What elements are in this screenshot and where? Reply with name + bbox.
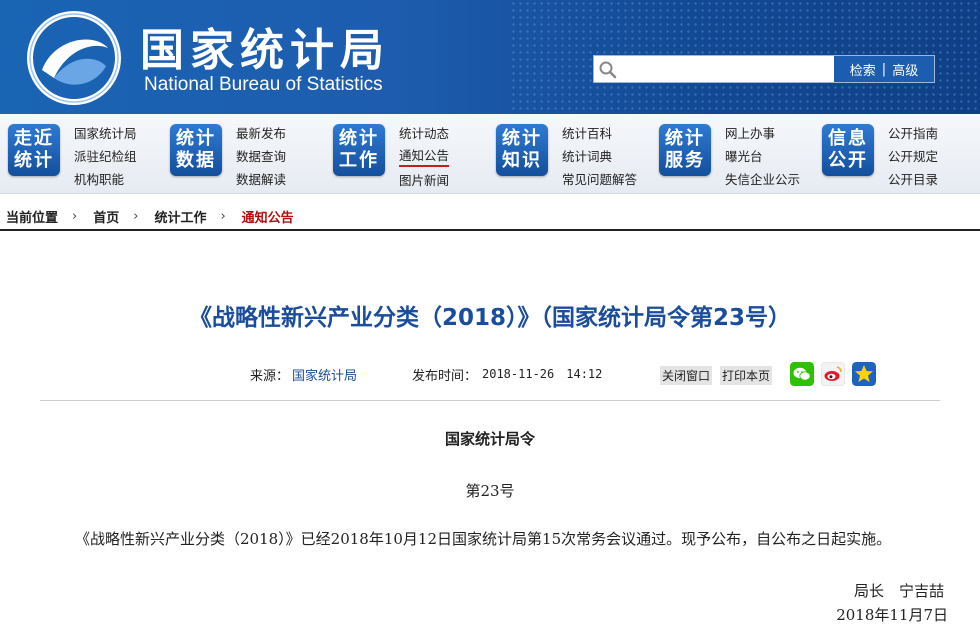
breadcrumb-statistics-work[interactable]: 统计工作 [148, 207, 206, 226]
nav-link-online-service[interactable]: 网上办事 [725, 122, 825, 145]
nav-link-functions[interactable]: 机构职能 [74, 168, 174, 191]
document-body: 《战略性新兴产业分类（2018）》已经2018年10月12日国家统计局第15次常… [75, 530, 892, 548]
search-icon [599, 61, 617, 79]
search-buttons: 检索 | 高级 [834, 56, 934, 82]
search-button[interactable]: 检索 [850, 60, 876, 79]
nav-badge-work[interactable]: 统计 工作 [333, 124, 385, 176]
nav-link-disclosure-rules[interactable]: 公开规定 [888, 145, 980, 168]
nav-link-data-query[interactable]: 数据查询 [236, 145, 336, 168]
nav-link-dishonest-companies[interactable]: 失信企业公示 [725, 168, 825, 191]
site-header: 国家统计局 National Bureau of Statistics 检索 |… [0, 0, 980, 114]
breadcrumb: 当前位置 › 首页 › 统计工作 › 通知公告 [0, 203, 980, 231]
breadcrumb-current[interactable]: 通知公告 [236, 207, 294, 226]
nav-link-encyclopedia[interactable]: 统计百科 [562, 122, 662, 145]
article-meta: 来源： 国家统计局 发布时间： 2018-11-26 14:12 关闭窗口 打印… [0, 362, 980, 388]
document-date: 2018年11月7日 [836, 606, 948, 624]
source-label: 来源： [250, 369, 290, 384]
search-input[interactable] [624, 58, 828, 80]
nav-link-dictionary[interactable]: 统计词典 [562, 145, 662, 168]
search-button-separator: | [881, 61, 887, 77]
source-link[interactable]: 国家统计局 [292, 365, 357, 384]
breadcrumb-label: 当前位置 [6, 210, 59, 226]
nav-badge-about[interactable]: 走近 统计 [8, 124, 60, 176]
document-signature: 局长 宁吉喆 [853, 582, 944, 600]
nav-link-photo-news[interactable]: 图片新闻 [399, 169, 499, 192]
logo-emblem-icon[interactable] [24, 8, 124, 108]
breadcrumb-separator: › [133, 208, 139, 224]
nav-badge-knowledge[interactable]: 统计 知识 [496, 124, 548, 176]
nav-link-disclosure-catalog[interactable]: 公开目录 [888, 168, 980, 191]
article-divider [40, 400, 940, 401]
wechat-icon[interactable] [790, 362, 814, 386]
article-title: 《战略性新兴产业分类（2018）》（国家统计局令第23号） [188, 305, 792, 331]
close-window-button[interactable]: 关闭窗口 [660, 366, 713, 385]
nav-badge-disclosure[interactable]: 信息 公开 [822, 124, 874, 176]
print-page-button[interactable]: 打印本页 [720, 366, 773, 385]
nav-badge-data[interactable]: 统计 数据 [170, 124, 222, 176]
breadcrumb-separator: › [220, 208, 226, 224]
nav-link-disclosure-guide[interactable]: 公开指南 [888, 122, 980, 145]
nav-link-discipline-group[interactable]: 派驻纪检组 [74, 145, 174, 168]
nav-link-faq[interactable]: 常见问题解答 [562, 168, 662, 191]
site-title-chinese[interactable]: 国家统计局 [140, 14, 390, 78]
advanced-search-button[interactable]: 高级 [892, 60, 918, 79]
weibo-icon[interactable] [821, 362, 845, 386]
nav-link-data-interpretation[interactable]: 数据解读 [236, 168, 336, 191]
nav-badge-service[interactable]: 统计 服务 [659, 124, 711, 176]
nav-link-statistics-news[interactable]: 统计动态 [399, 122, 499, 145]
publish-time: 2018-11-26 14:12 [482, 367, 603, 381]
nav-link-notices[interactable]: 通知公告 [399, 146, 450, 167]
breadcrumb-separator: › [72, 208, 78, 224]
main-nav: 走近 统计 国家统计局 派驻纪检组 机构职能 统计 数据 最新发布 数据查询 数据解… [0, 114, 980, 194]
publish-time-label: 发布时间： [412, 369, 478, 384]
search-box: 检索 | 高级 [593, 55, 935, 83]
breadcrumb-home[interactable]: 首页 [87, 207, 119, 226]
site-title-english: National Bureau of Statistics [144, 74, 383, 95]
nav-link-exposure[interactable]: 曝光台 [725, 145, 825, 168]
favorite-star-icon[interactable] [852, 362, 876, 386]
nav-link-latest-release[interactable]: 最新发布 [236, 122, 336, 145]
document-heading: 国家统计局令 [444, 430, 535, 448]
nav-link-nbs[interactable]: 国家统计局 [74, 122, 174, 145]
document-number: 第23号 [465, 482, 515, 500]
